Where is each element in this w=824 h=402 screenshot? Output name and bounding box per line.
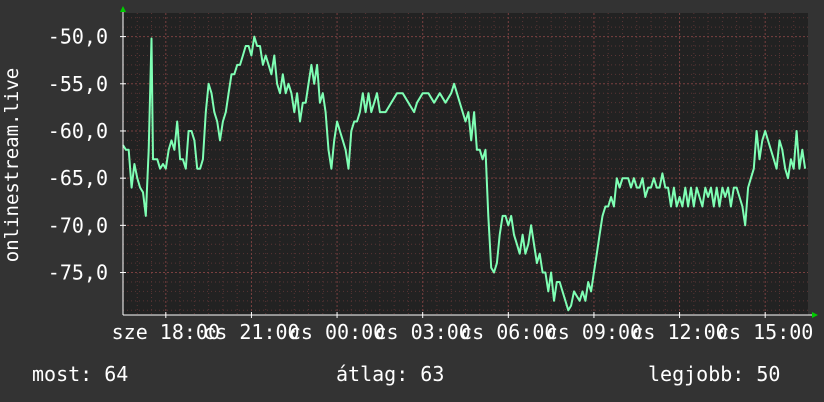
y-axis: -50,0 -55,0 -60,0 -65,0 -70,0 -75,0: [48, 25, 126, 285]
y-axis-arrow: [120, 6, 126, 12]
y-tick-label: -65,0: [48, 166, 108, 190]
x-tick-label: cs 12:00: [631, 320, 727, 344]
y-tick-label: -60,0: [48, 119, 108, 143]
x-tick-label: cs 06:00: [460, 320, 556, 344]
x-tick-label: cs 03:00: [375, 320, 471, 344]
chart: -50,0 -55,0 -60,0 -65,0 -70,0 -75,0 sze 18:00…: [1, 6, 818, 344]
current-value: most: 64: [32, 362, 129, 386]
x-tick-label: cs 09:00: [546, 320, 642, 344]
y-tick-label: -55,0: [48, 72, 108, 96]
x-axis: sze 18:00cs 21:00cs 00:00cs 03:00cs 06:0…: [112, 312, 813, 344]
best-value: legjobb: 50: [648, 362, 781, 386]
y-tick-label: -70,0: [48, 213, 108, 237]
x-tick-label: cs 21:00: [203, 320, 299, 344]
x-tick-label: cs 00:00: [289, 320, 385, 344]
y-axis-title: onlinestream.live: [1, 68, 23, 262]
x-axis-arrow: [812, 312, 818, 318]
x-tick-label: cs 15:00: [717, 320, 813, 344]
average-value: átlag: 63: [336, 362, 445, 386]
y-tick-label: -50,0: [48, 25, 108, 49]
y-tick-label: -75,0: [48, 261, 108, 285]
